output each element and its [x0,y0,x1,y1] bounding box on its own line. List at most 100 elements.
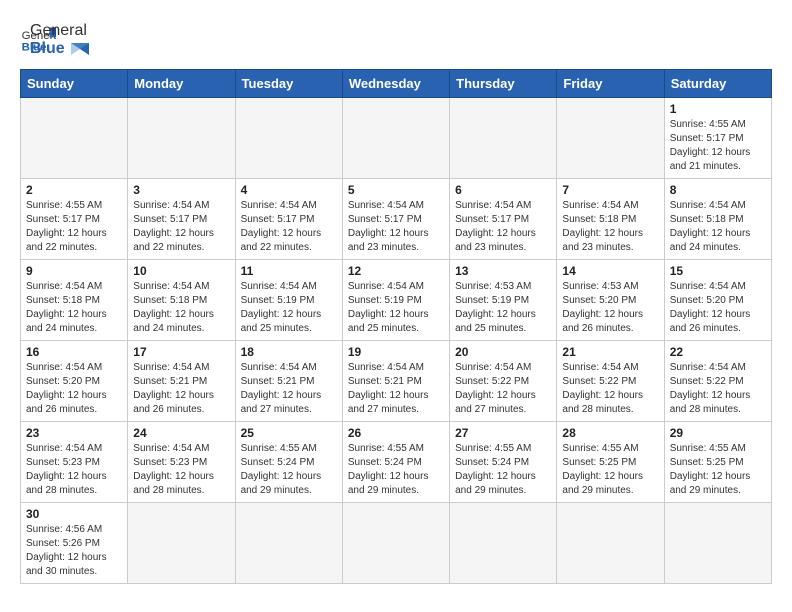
calendar-week-row: 16Sunrise: 4:54 AM Sunset: 5:20 PM Dayli… [21,340,772,421]
day-number: 23 [26,426,122,440]
day-detail: Sunrise: 4:55 AM Sunset: 5:17 PM Dayligh… [26,199,122,255]
calendar-day-cell: 16Sunrise: 4:54 AM Sunset: 5:20 PM Dayli… [21,340,128,421]
day-number: 3 [133,183,229,197]
calendar-header-sunday: Sunday [21,69,128,97]
calendar-day-cell: 15 Sunrise: 4:54 AM Sunset: 5:20 PM Dayli… [664,259,771,340]
calendar-week-row: 30 Sunrise: 4:56 AM Sunset: 5:26 PM Dayli… [21,502,772,583]
calendar-day-cell [450,97,557,178]
day-detail: Sunrise: 4:53 AM Sunset: 5:19 PM Dayligh… [455,280,551,336]
day-detail: Sunrise: 4:54 AM Sunset: 5:21 PM Dayligh… [133,361,229,417]
day-detail: Sunrise: 4:54 AM Sunset: 5:18 PM Dayligh… [670,199,766,255]
day-detail: Sunrise: 4:54 AM Sunset: 5:20 PM Dayligh… [670,280,766,336]
day-number: 20 [455,345,551,359]
calendar-day-cell [235,502,342,583]
day-number: 19 [348,345,444,359]
calendar-day-cell: 25 Sunrise: 4:55 AM Sunset: 5:24 PM Dayli… [235,421,342,502]
calendar-day-cell: 19Sunrise: 4:54 AM Sunset: 5:21 PM Dayli… [342,340,449,421]
calendar-week-row: 9 Sunrise: 4:54 AM Sunset: 5:18 PM Daylig… [21,259,772,340]
day-detail: Sunrise: 4:53 AM Sunset: 5:20 PM Dayligh… [562,280,658,336]
day-number: 21 [562,345,658,359]
day-number: 4 [241,183,337,197]
day-number: 22 [670,345,766,359]
day-number: 15 [670,264,766,278]
calendar-header-row: SundayMondayTuesdayWednesdayThursdayFrid… [21,69,772,97]
calendar-day-cell: 11 Sunrise: 4:54 AM Sunset: 5:19 PM Dayli… [235,259,342,340]
calendar-day-cell: 8 Sunrise: 4:54 AM Sunset: 5:18 PM Daylig… [664,178,771,259]
day-detail: Sunrise: 4:55 AM Sunset: 5:24 PM Dayligh… [241,442,337,498]
calendar-day-cell: 18 Sunrise: 4:54 AM Sunset: 5:21 PM Dayli… [235,340,342,421]
calendar-day-cell [557,97,664,178]
day-detail: Sunrise: 4:55 AM Sunset: 5:24 PM Dayligh… [455,442,551,498]
day-number: 17 [133,345,229,359]
page-header: General Blue General Blue [20,20,772,59]
calendar-header-saturday: Saturday [664,69,771,97]
calendar-day-cell: 20 Sunrise: 4:54 AM Sunset: 5:22 PM Dayli… [450,340,557,421]
day-number: 1 [670,102,766,116]
calendar-day-cell: 24 Sunrise: 4:54 AM Sunset: 5:23 PM Dayli… [128,421,235,502]
day-detail: Sunrise: 4:54 AM Sunset: 5:17 PM Dayligh… [348,199,444,255]
calendar-header-friday: Friday [557,69,664,97]
day-number: 27 [455,426,551,440]
day-detail: Sunrise: 4:54 AM Sunset: 5:17 PM Dayligh… [133,199,229,255]
day-detail: Sunrise: 4:55 AM Sunset: 5:24 PM Dayligh… [348,442,444,498]
day-number: 11 [241,264,337,278]
day-number: 29 [670,426,766,440]
calendar-day-cell: 9 Sunrise: 4:54 AM Sunset: 5:18 PM Daylig… [21,259,128,340]
day-number: 7 [562,183,658,197]
day-number: 25 [241,426,337,440]
day-detail: Sunrise: 4:54 AM Sunset: 5:22 PM Dayligh… [455,361,551,417]
day-detail: Sunrise: 4:54 AM Sunset: 5:18 PM Dayligh… [133,280,229,336]
day-detail: Sunrise: 4:54 AM Sunset: 5:18 PM Dayligh… [26,280,122,336]
calendar-day-cell: 27 Sunrise: 4:55 AM Sunset: 5:24 PM Dayli… [450,421,557,502]
day-detail: Sunrise: 4:54 AM Sunset: 5:22 PM Dayligh… [670,361,766,417]
calendar-table: SundayMondayTuesdayWednesdayThursdayFrid… [20,69,772,584]
day-number: 5 [348,183,444,197]
calendar-day-cell [664,502,771,583]
day-detail: Sunrise: 4:55 AM Sunset: 5:25 PM Dayligh… [670,442,766,498]
calendar-day-cell: 17 Sunrise: 4:54 AM Sunset: 5:21 PM Dayli… [128,340,235,421]
day-detail: Sunrise: 4:54 AM Sunset: 5:19 PM Dayligh… [348,280,444,336]
calendar-day-cell [128,502,235,583]
day-number: 24 [133,426,229,440]
day-number: 2 [26,183,122,197]
day-number: 12 [348,264,444,278]
calendar-week-row: 1 Sunrise: 4:55 AM Sunset: 5:17 PM Daylig… [21,97,772,178]
calendar-day-cell: 13Sunrise: 4:53 AM Sunset: 5:19 PM Dayli… [450,259,557,340]
calendar-day-cell [450,502,557,583]
day-number: 16 [26,345,122,359]
calendar-day-cell: 22 Sunrise: 4:54 AM Sunset: 5:22 PM Dayli… [664,340,771,421]
logo-blue-text: Blue [30,40,89,58]
calendar-day-cell: 14 Sunrise: 4:53 AM Sunset: 5:20 PM Dayli… [557,259,664,340]
day-number: 8 [670,183,766,197]
day-detail: Sunrise: 4:54 AM Sunset: 5:22 PM Dayligh… [562,361,658,417]
calendar-day-cell: 30 Sunrise: 4:56 AM Sunset: 5:26 PM Dayli… [21,502,128,583]
day-detail: Sunrise: 4:54 AM Sunset: 5:17 PM Dayligh… [455,199,551,255]
day-detail: Sunrise: 4:54 AM Sunset: 5:23 PM Dayligh… [133,442,229,498]
calendar-day-cell: 3 Sunrise: 4:54 AM Sunset: 5:17 PM Daylig… [128,178,235,259]
day-number: 9 [26,264,122,278]
calendar-day-cell [128,97,235,178]
calendar-week-row: 23 Sunrise: 4:54 AM Sunset: 5:23 PM Dayli… [21,421,772,502]
day-detail: Sunrise: 4:55 AM Sunset: 5:17 PM Dayligh… [670,118,766,174]
calendar-day-cell [21,97,128,178]
day-number: 14 [562,264,658,278]
day-detail: Sunrise: 4:55 AM Sunset: 5:25 PM Dayligh… [562,442,658,498]
calendar-day-cell: 4 Sunrise: 4:54 AM Sunset: 5:17 PM Daylig… [235,178,342,259]
calendar-day-cell: 6 Sunrise: 4:54 AM Sunset: 5:17 PM Daylig… [450,178,557,259]
calendar-day-cell: 1 Sunrise: 4:55 AM Sunset: 5:17 PM Daylig… [664,97,771,178]
day-number: 18 [241,345,337,359]
calendar-header-wednesday: Wednesday [342,69,449,97]
logo-general-text: General [30,22,89,40]
calendar-week-row: 2 Sunrise: 4:55 AM Sunset: 5:17 PM Daylig… [21,178,772,259]
day-detail: Sunrise: 4:56 AM Sunset: 5:26 PM Dayligh… [26,523,122,579]
day-number: 26 [348,426,444,440]
calendar-header-tuesday: Tuesday [235,69,342,97]
day-detail: Sunrise: 4:54 AM Sunset: 5:21 PM Dayligh… [241,361,337,417]
day-detail: Sunrise: 4:54 AM Sunset: 5:17 PM Dayligh… [241,199,337,255]
day-number: 6 [455,183,551,197]
day-number: 30 [26,507,122,521]
calendar-day-cell: 7Sunrise: 4:54 AM Sunset: 5:18 PM Daylig… [557,178,664,259]
day-detail: Sunrise: 4:54 AM Sunset: 5:19 PM Dayligh… [241,280,337,336]
day-number: 10 [133,264,229,278]
calendar-day-cell [235,97,342,178]
